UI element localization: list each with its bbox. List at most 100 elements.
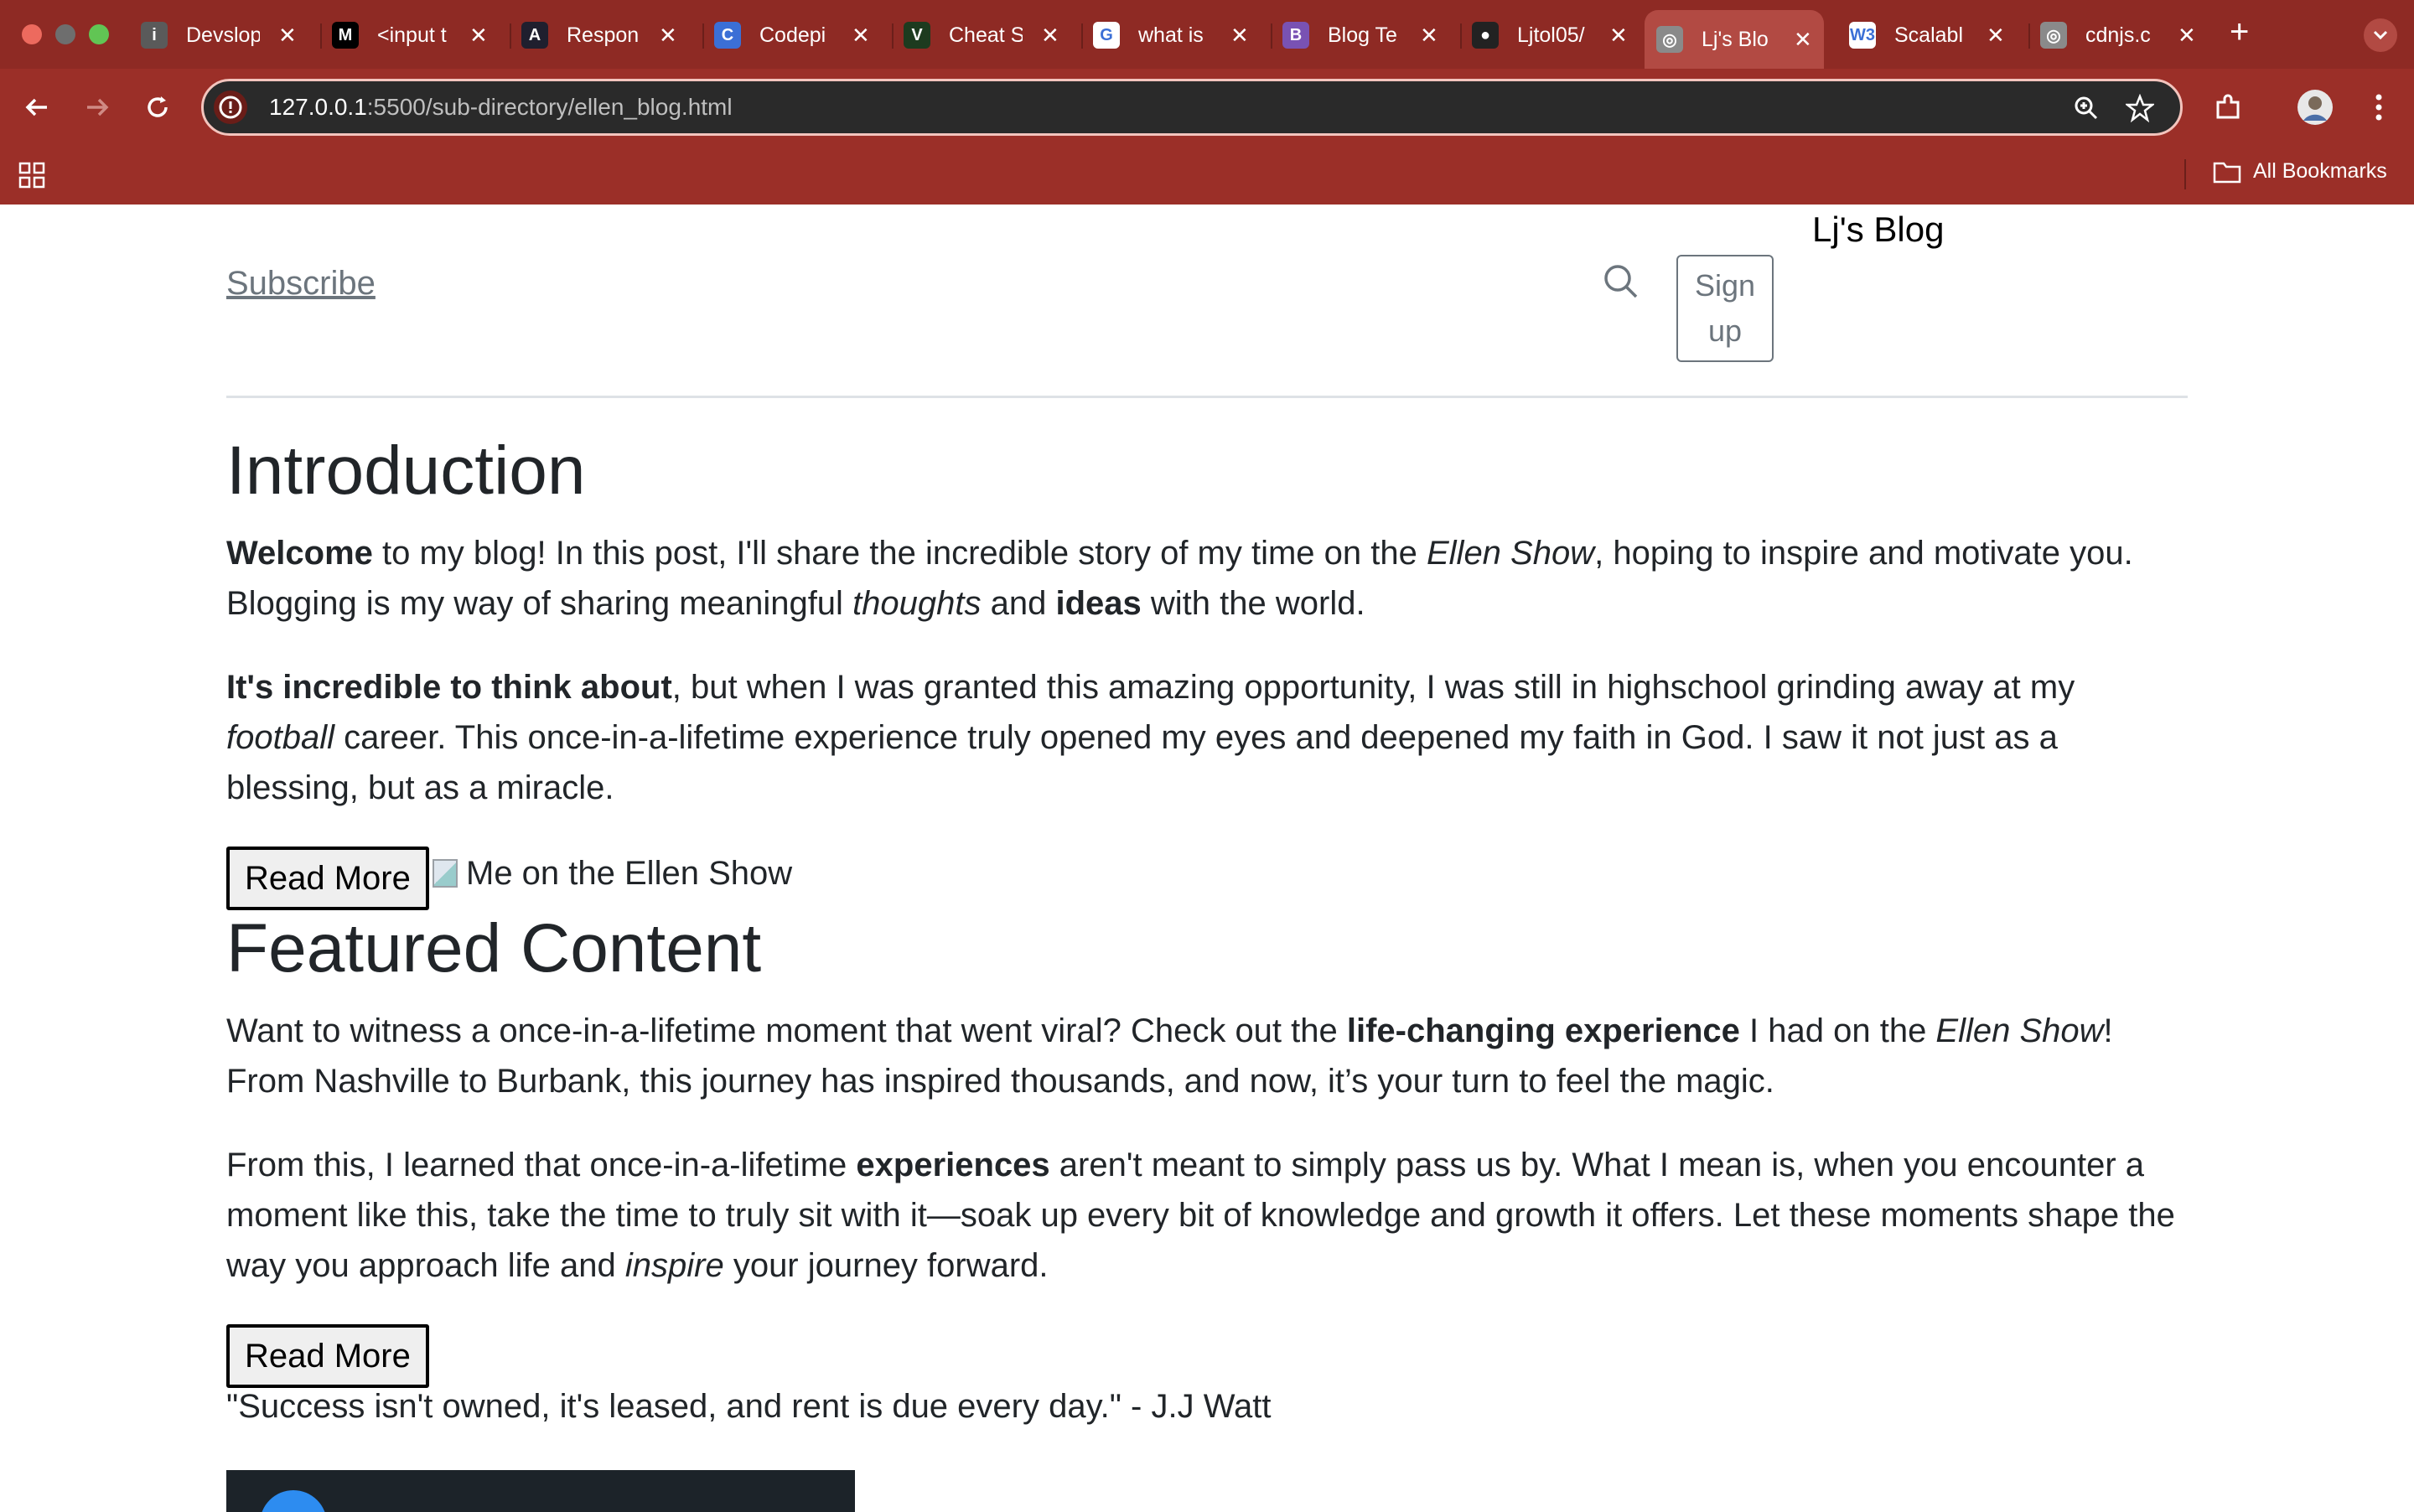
tab-separator (510, 23, 511, 49)
tab-separator (702, 23, 704, 49)
close-tab-icon[interactable]: ✕ (1794, 27, 1812, 53)
bookmark-star-icon[interactable] (2123, 91, 2157, 125)
extensions-button[interactable] (2208, 87, 2248, 127)
featured-read-more-button[interactable]: Read More (226, 1324, 429, 1388)
reload-button[interactable] (137, 87, 178, 127)
close-tab-icon[interactable]: ✕ (2178, 23, 2196, 49)
tab-2[interactable]: A Respon ✕ (521, 12, 677, 59)
avatar-icon (2297, 90, 2333, 125)
url-text[interactable]: 127.0.0.1:5500/sub-directory/ellen_blog.… (269, 94, 733, 121)
back-arrow-icon (25, 98, 47, 117)
minimize-window-button[interactable] (55, 24, 75, 44)
browser-menu-button[interactable] (2359, 87, 2399, 127)
address-bar[interactable]: 127.0.0.1:5500/sub-directory/ellen_blog.… (201, 79, 2183, 136)
sign-up-button[interactable]: Sign up (1676, 255, 1774, 362)
featured-p2-text-1: From this, I learned that once-in-a-life… (226, 1147, 857, 1183)
close-tab-icon[interactable]: ✕ (852, 23, 870, 49)
close-tab-icon[interactable]: ✕ (278, 23, 297, 49)
tab-3[interactable]: C Codepi ✕ (714, 12, 870, 59)
close-tab-icon[interactable]: ✕ (1609, 23, 1628, 49)
intro-p1-italic-1: Ellen Show (1426, 535, 1595, 572)
bookmarks-divider (2184, 159, 2186, 189)
tab-title: Ljtol05/ (1517, 23, 1585, 47)
back-button[interactable] (17, 87, 57, 127)
tab-title: Lj's Blo (1702, 27, 1769, 51)
jj-watt-quote: "Success isn't owned, it's leased, and r… (226, 1388, 1272, 1425)
maximize-window-button[interactable] (89, 24, 109, 44)
close-tab-icon[interactable]: ✕ (659, 23, 677, 49)
featured-content-heading: Featured Content (226, 910, 762, 986)
intro-p1-text-3: and (981, 585, 1056, 622)
featured-p1-bold-1: life-changing experience (1346, 1012, 1740, 1049)
tab-separator (892, 23, 894, 49)
tab-5[interactable]: Gwhat is ✕ (1093, 12, 1249, 59)
bookmarks-bar (0, 148, 2414, 205)
tab-title: what is (1138, 23, 1204, 47)
sign-up-label-line2: up (1707, 313, 1743, 348)
tab-6[interactable]: B Blog Te ✕ (1282, 12, 1438, 59)
tab-separator (1460, 23, 1462, 49)
reload-icon (148, 96, 168, 117)
tab-title: Codepi (759, 23, 826, 47)
puzzle-icon (2216, 94, 2240, 119)
tab-8[interactable]: ◎ Lj's Blo ✕ (1645, 10, 1824, 69)
globe-icon: ◎ (2040, 22, 2067, 49)
zoom-icon[interactable] (2070, 91, 2103, 125)
featured-paragraph-1: Want to witness a once-in-a-lifetime mom… (226, 1006, 2188, 1106)
info-icon: i (141, 22, 168, 49)
blog-brand[interactable]: Lj's Blog (1812, 210, 1944, 250)
close-tab-icon[interactable]: ✕ (469, 23, 488, 49)
tab-title: Scalabl (1894, 23, 1963, 47)
tab-7[interactable]: ● Ljtol05/ ✕ (1472, 12, 1628, 59)
search-button[interactable] (1603, 263, 1640, 304)
intro-read-more-button[interactable]: Read More (226, 847, 429, 910)
folder-icon (2213, 162, 2241, 183)
intro-p1-italic-2: thoughts (852, 585, 982, 622)
angular-brackets-icon: A (521, 22, 548, 49)
ellen-show-image-alt: Me on the Ellen Show (466, 855, 793, 892)
cheat-sheet-icon: V (904, 22, 930, 49)
tab-0[interactable]: i Devslop ✕ (141, 12, 297, 59)
tab-9[interactable]: W3 Scalabl ✕ (1849, 12, 2005, 59)
codepip-icon: C (714, 22, 741, 49)
new-tab-button[interactable]: + (2230, 13, 2249, 51)
video-play-icon[interactable] (260, 1490, 327, 1512)
page-viewport: Subscribe Sign up Lj's Blog Introduction… (0, 205, 2414, 1512)
intro-p1-text-4: with the world. (1141, 585, 1365, 622)
close-tab-icon[interactable]: ✕ (1041, 23, 1059, 49)
featured-p1-text-2: I had on the (1739, 1012, 1936, 1049)
introduction-heading: Introduction (226, 432, 586, 509)
ellen-video-thumbnail[interactable] (226, 1470, 855, 1512)
close-window-button[interactable] (22, 24, 42, 44)
apps-grid-icon[interactable] (18, 162, 45, 193)
intro-p1-bold-1: Welcome (226, 535, 373, 572)
intro-p2-italic-1: football (226, 719, 334, 756)
intro-p2-text-1: , but when I was granted this amazing op… (671, 669, 2075, 706)
close-tab-icon[interactable]: ✕ (1987, 23, 2005, 49)
featured-p1-text-1: Want to witness a once-in-a-lifetime mom… (226, 1012, 1347, 1049)
intro-p1-text-1: to my blog! In this post, I'll share the… (372, 535, 1427, 572)
warning-icon (219, 96, 242, 119)
featured-p2-bold-1: experiences (856, 1147, 1050, 1183)
tab-separator (2028, 23, 2030, 49)
featured-p1-italic-1: Ellen Show (1935, 1012, 2104, 1049)
close-tab-icon[interactable]: ✕ (1230, 23, 1249, 49)
close-tab-icon[interactable]: ✕ (1420, 23, 1438, 49)
chevron-down-icon (2373, 30, 2388, 40)
tab-10[interactable]: ◎ cdnjs.c ✕ (2040, 12, 2196, 59)
profile-avatar[interactable] (2295, 87, 2335, 127)
tab-4[interactable]: V Cheat S ✕ (904, 12, 1059, 59)
header-divider (226, 396, 2188, 398)
google-icon: G (1093, 22, 1120, 49)
forward-button[interactable] (77, 87, 117, 127)
search-icon (1604, 265, 1638, 298)
featured-p2-italic-1: inspire (624, 1247, 724, 1284)
all-bookmarks-button[interactable]: All Bookmarks (2213, 159, 2387, 184)
forward-arrow-icon (87, 98, 109, 117)
site-info-icon[interactable] (214, 91, 247, 124)
intro-paragraph-2: It's incredible to think about, but when… (226, 662, 2188, 813)
tab-1[interactable]: M <input t ✕ (332, 12, 488, 59)
subscribe-link[interactable]: Subscribe (226, 265, 376, 303)
tab-search-button[interactable] (2364, 18, 2397, 52)
intro-p2-bold-1: It's incredible to think about (226, 669, 672, 706)
